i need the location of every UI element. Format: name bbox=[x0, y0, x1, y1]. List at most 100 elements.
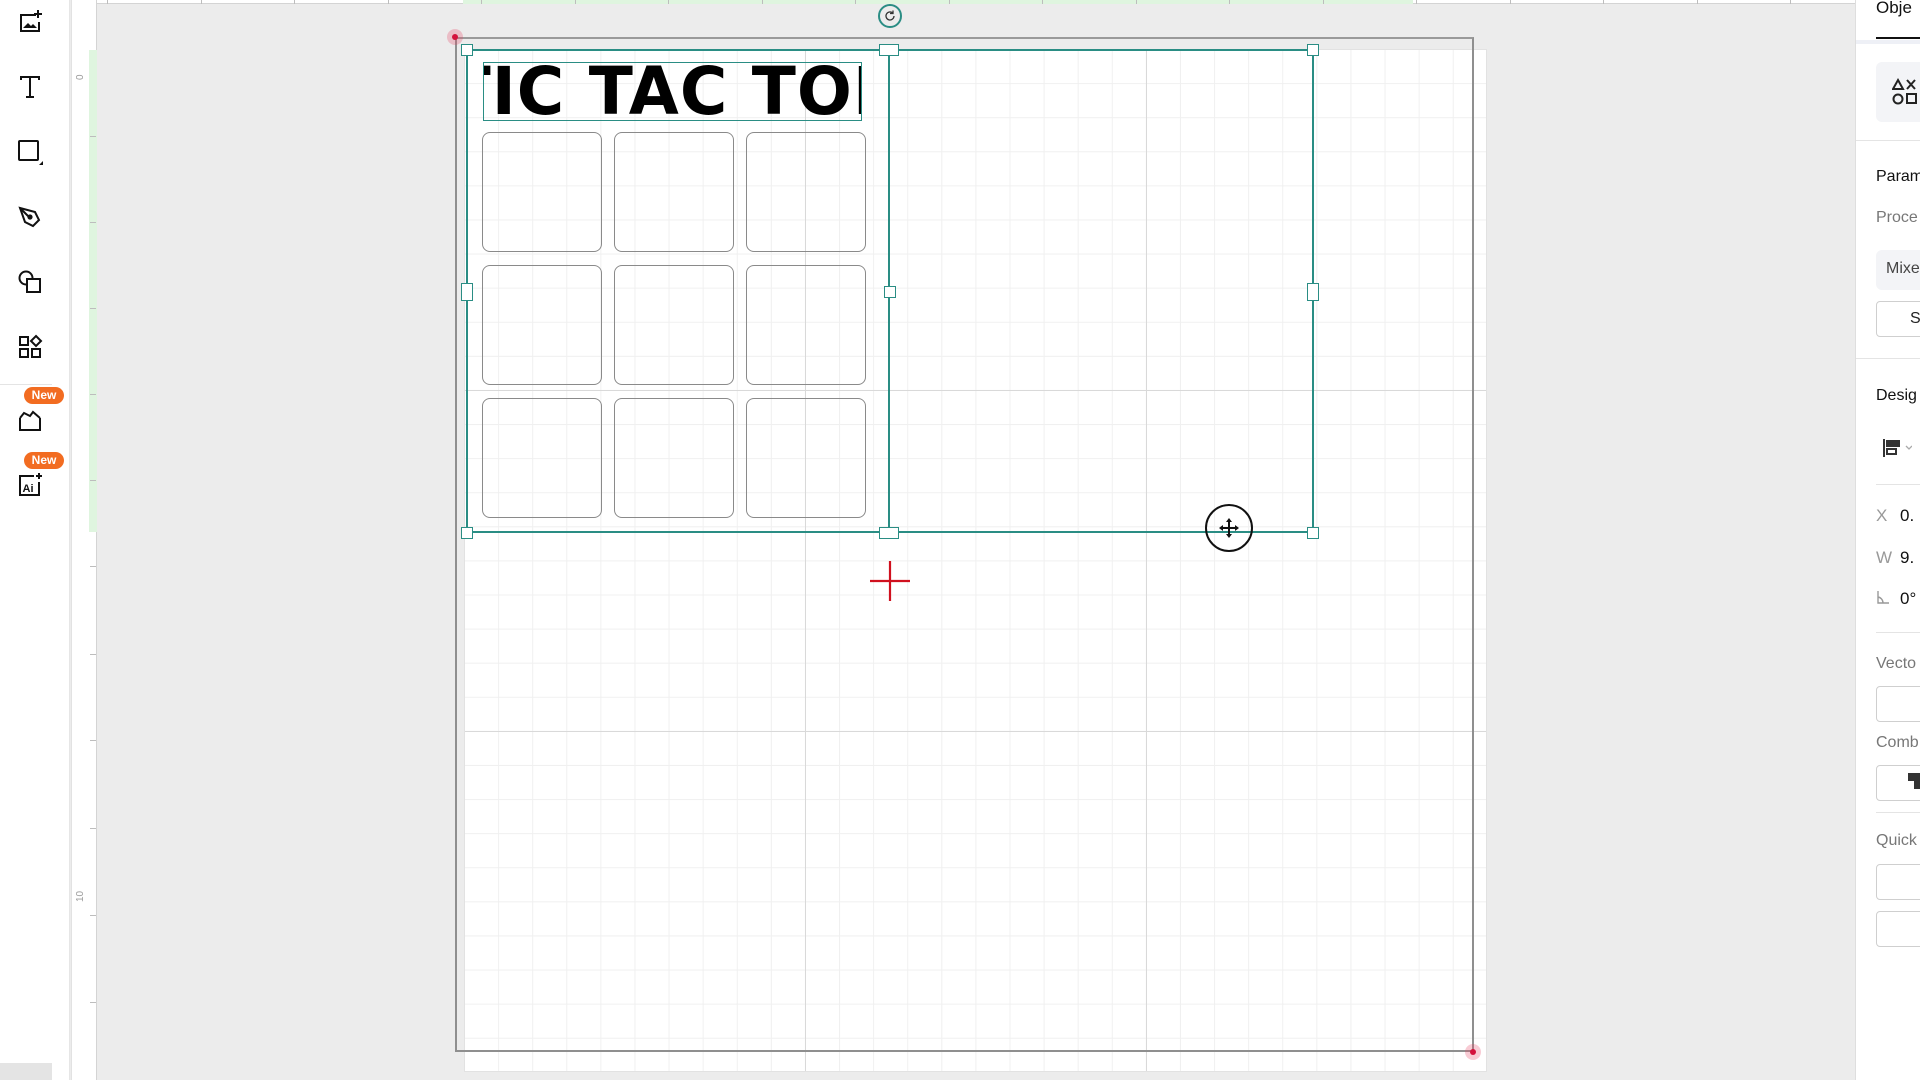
object-type-button[interactable] bbox=[1876, 62, 1920, 122]
ruler-tick bbox=[1042, 0, 1043, 4]
ruler-tick bbox=[201, 0, 202, 4]
quick-action-1[interactable] bbox=[1876, 864, 1920, 900]
align-left-icon bbox=[1883, 439, 1913, 457]
toolbar-ai-generate[interactable]: Ai bbox=[8, 463, 52, 507]
vector-control[interactable] bbox=[1876, 686, 1920, 722]
combine-icon bbox=[1908, 773, 1920, 789]
folder-open-icon bbox=[19, 410, 41, 431]
ruler-label: 10 bbox=[75, 890, 86, 902]
section-quick: Quick bbox=[1876, 832, 1917, 849]
horizontal-ruler bbox=[97, 0, 1855, 4]
move-arrows-icon bbox=[1219, 518, 1239, 538]
tab-bar bbox=[1856, 40, 1920, 44]
combine-button[interactable] bbox=[1876, 765, 1920, 801]
registration-mark-bottom-right bbox=[1465, 1044, 1481, 1060]
x-position-field[interactable]: X 0. bbox=[1876, 506, 1914, 526]
toolbar-pen[interactable] bbox=[8, 195, 52, 239]
ruler-tick bbox=[388, 0, 389, 4]
rotation-field[interactable]: 0° bbox=[1876, 589, 1916, 609]
resize-handle-left[interactable] bbox=[461, 283, 473, 301]
section-vector: Vecto bbox=[1876, 655, 1917, 672]
shapes-overlap-icon bbox=[18, 270, 41, 293]
ruler-tick bbox=[762, 0, 763, 4]
right-panel: Obje Param Proce Mixe Se Desig X 0. W 9. 0… bbox=[1855, 0, 1920, 1080]
w-value: 9. bbox=[1900, 548, 1915, 567]
ruler-tick bbox=[90, 828, 96, 829]
ruler-tick bbox=[855, 0, 856, 4]
ruler-tick bbox=[1603, 0, 1604, 4]
panel-divider bbox=[1876, 812, 1920, 813]
templates-icon bbox=[19, 334, 43, 358]
toolbar-text[interactable] bbox=[8, 65, 52, 109]
section-combine: Comb bbox=[1876, 734, 1919, 751]
toolbar-combine[interactable] bbox=[8, 260, 52, 304]
resize-handle-bottom-left[interactable] bbox=[461, 527, 473, 539]
ruler-tick bbox=[1697, 0, 1698, 4]
ruler-tick bbox=[294, 0, 295, 4]
toolbar-upload-image[interactable] bbox=[8, 0, 52, 44]
svg-text:Ai: Ai bbox=[23, 483, 34, 495]
resize-handle-center[interactable] bbox=[884, 286, 896, 298]
w-label: W bbox=[1876, 548, 1893, 567]
origin-crosshair-icon bbox=[870, 561, 910, 601]
ruler-tick bbox=[1416, 0, 1417, 4]
shapes-icon bbox=[1892, 77, 1917, 105]
section-parameters: Param bbox=[1876, 168, 1920, 185]
selection-box-group[interactable] bbox=[888, 49, 1314, 533]
toolbar-divider bbox=[0, 384, 52, 385]
section-design: Desig bbox=[1876, 387, 1917, 404]
ruler-tick bbox=[1510, 0, 1511, 4]
resize-handle-bottom-right[interactable] bbox=[1307, 527, 1319, 539]
resize-handle-top-left[interactable] bbox=[461, 44, 473, 56]
angle-icon bbox=[1876, 589, 1900, 609]
panel-divider bbox=[1856, 140, 1920, 141]
ruler-tick bbox=[90, 915, 96, 916]
move-cursor bbox=[1205, 504, 1253, 552]
resize-handle-top[interactable] bbox=[879, 44, 899, 56]
x-value: 0. bbox=[1900, 506, 1915, 525]
ruler-selection-highlight bbox=[463, 0, 1413, 4]
text-icon bbox=[20, 76, 40, 98]
quick-action-2[interactable] bbox=[1876, 911, 1920, 947]
process-settings-button[interactable]: Se bbox=[1876, 301, 1920, 337]
ruler-tick bbox=[481, 0, 482, 4]
toolbar-shapes[interactable] bbox=[8, 130, 52, 174]
width-field[interactable]: W 9. bbox=[1876, 548, 1914, 568]
resize-handle-bottom[interactable] bbox=[879, 527, 899, 539]
ruler-tick bbox=[107, 0, 108, 4]
panel-divider bbox=[1876, 632, 1920, 633]
toolbar-templates[interactable] bbox=[8, 325, 52, 369]
pen-icon bbox=[18, 206, 41, 228]
ruler-tick bbox=[1790, 0, 1791, 4]
resize-handle-top-right[interactable] bbox=[1307, 44, 1319, 56]
resize-handle-right[interactable] bbox=[1307, 283, 1319, 301]
rotate-handle[interactable] bbox=[878, 4, 902, 28]
toolbar-projects[interactable] bbox=[8, 398, 52, 442]
selection-box-card[interactable] bbox=[466, 49, 890, 533]
ruler-selection-highlight bbox=[89, 50, 97, 532]
tab-underline bbox=[1876, 37, 1920, 39]
ruler-tick bbox=[668, 0, 669, 4]
ruler-tick bbox=[575, 0, 576, 4]
ruler-tick bbox=[90, 654, 96, 655]
ruler-tick bbox=[90, 222, 96, 223]
toolbar-bottom-bar bbox=[0, 1063, 52, 1080]
ruler-label: 0 bbox=[75, 74, 86, 80]
ruler-tick bbox=[90, 740, 96, 741]
align-button[interactable] bbox=[1882, 438, 1913, 463]
process-label: Proce bbox=[1876, 209, 1918, 226]
process-select[interactable]: Mixe bbox=[1876, 250, 1920, 290]
ruler-tick bbox=[90, 480, 96, 481]
ruler-tick bbox=[90, 394, 96, 395]
vertical-ruler: 0 10 bbox=[71, 0, 97, 1080]
panel-divider bbox=[1856, 358, 1920, 359]
registration-mark-top-left bbox=[447, 29, 463, 45]
tab-object[interactable]: Obje bbox=[1876, 0, 1912, 18]
app-root: New New Ai 0 10 IC TAC TO Obje Param Pro… bbox=[0, 0, 1920, 1080]
ruler-tick bbox=[1136, 0, 1137, 4]
ruler-tick bbox=[90, 308, 96, 309]
ruler-tick bbox=[90, 566, 96, 567]
ruler-tick bbox=[90, 136, 96, 137]
image-upload-icon bbox=[20, 10, 42, 32]
ruler-tick bbox=[949, 0, 950, 4]
